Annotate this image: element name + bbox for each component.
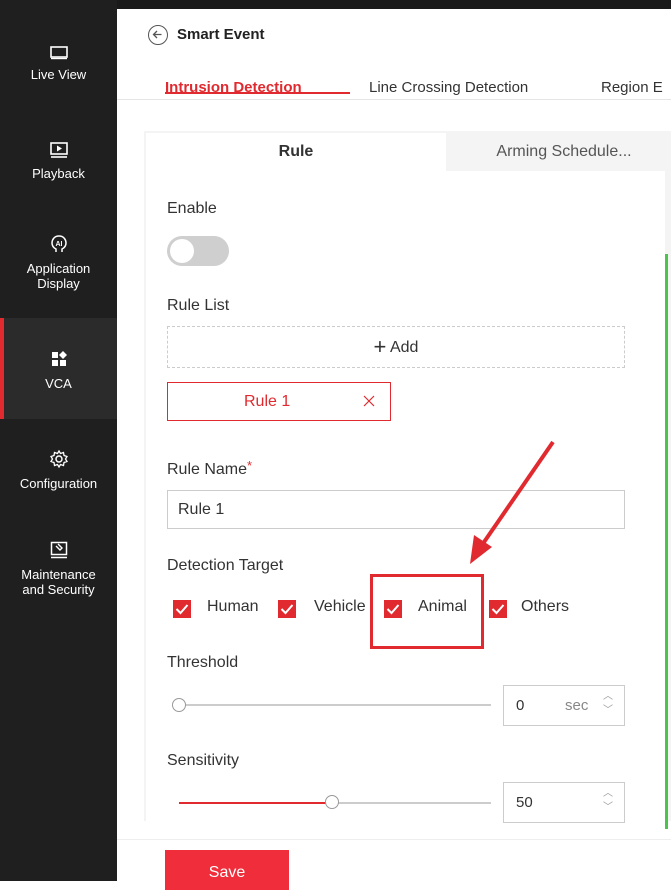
threshold-slider-handle[interactable] — [172, 698, 186, 712]
sidebar-item-playback[interactable]: Playback — [0, 141, 117, 181]
sidebar-item-label: Live View — [30, 67, 87, 82]
enable-toggle[interactable] — [167, 236, 229, 266]
close-icon[interactable] — [362, 383, 376, 420]
sidebar-item-label-line2: Display — [37, 276, 80, 291]
vehicle-checkbox[interactable] — [278, 600, 296, 618]
sidebar-item-label: VCA — [45, 376, 72, 391]
sidebar-item-label-line1: Application — [26, 261, 91, 276]
vehicle-label: Vehicle — [314, 598, 366, 615]
add-label: Add — [389, 339, 419, 356]
sensitivity-label: Sensitivity — [167, 752, 240, 769]
gear-icon — [0, 449, 117, 472]
sidebar-item-configuration[interactable]: Configuration — [0, 449, 117, 491]
ai-icon: AI — [0, 234, 117, 257]
threshold-label: Threshold — [167, 654, 239, 671]
subtab-arming-schedule[interactable]: Arming Schedule... — [457, 133, 671, 171]
sidebar-item-label-line1: Maintenance — [21, 567, 96, 582]
arrow-left-icon — [152, 30, 162, 39]
add-rule-button[interactable]: + Add — [167, 326, 625, 368]
tab-line-crossing-detection[interactable]: Line Crossing Detection — [369, 79, 528, 96]
detection-target-label: Detection Target — [167, 557, 284, 574]
rule-name-label: Rule Name* — [167, 458, 252, 479]
rule-name-text: Rule Name — [167, 461, 248, 478]
active-tab-indicator — [165, 92, 350, 94]
svg-text:AI: AI — [55, 241, 62, 248]
sensitivity-slider-handle[interactable] — [325, 795, 339, 809]
human-label: Human — [207, 598, 259, 615]
check-icon — [175, 604, 189, 615]
sidebar: Live View Playback AI Application Displa… — [0, 0, 117, 881]
sensitivity-value: 50 — [516, 794, 533, 811]
rule-list-label: Rule List — [167, 297, 230, 314]
rule-chip[interactable]: Rule 1 — [167, 382, 391, 421]
enable-label: Enable — [167, 200, 217, 217]
monitor-icon — [0, 44, 117, 63]
rule-chip-label: Rule 1 — [244, 393, 291, 410]
others-checkbox[interactable] — [489, 600, 507, 618]
page-title: Smart Event — [177, 26, 265, 43]
rule-name-input[interactable]: Rule 1 — [167, 490, 625, 529]
sidebar-item-vca[interactable]: VCA — [0, 318, 117, 419]
preview-edge — [665, 254, 668, 829]
playback-icon — [0, 141, 117, 162]
tab-region-entrance[interactable]: Region E — [601, 79, 663, 96]
plus-icon: + — [373, 334, 387, 359]
back-button[interactable] — [148, 25, 168, 45]
threshold-slider-track[interactable] — [179, 704, 491, 706]
sidebar-item-label: Configuration — [19, 476, 98, 491]
spinner-icon[interactable]: ︿ ﹀ — [602, 787, 614, 815]
check-icon — [491, 604, 505, 615]
vca-icon — [0, 349, 117, 372]
toggle-knob — [170, 239, 194, 263]
check-icon — [280, 604, 294, 615]
sensitivity-input[interactable]: 50 ︿ ﹀ — [503, 782, 625, 823]
main-panel: Smart Event Intrusion Detection Line Cro… — [117, 9, 671, 890]
threshold-unit: sec — [565, 697, 589, 714]
maintenance-icon — [0, 540, 117, 563]
sidebar-item-label: Playback — [32, 166, 85, 181]
sidebar-item-maintenance[interactable]: Maintenance and Security — [0, 540, 117, 597]
threshold-value: 0 — [516, 697, 525, 714]
sidebar-item-live-view[interactable]: Live View — [0, 44, 117, 82]
subtab-rule[interactable]: Rule — [146, 133, 446, 171]
required-mark: * — [247, 458, 253, 473]
human-checkbox[interactable] — [173, 600, 191, 618]
sidebar-item-application-display[interactable]: AI Application Display — [0, 234, 117, 291]
save-button[interactable]: Save — [165, 850, 289, 890]
sidebar-item-label-line2: and Security — [22, 582, 95, 597]
others-label: Others — [521, 598, 570, 615]
sensitivity-slider-fill — [179, 802, 329, 804]
annotation-highlight-box — [370, 574, 484, 649]
header: Smart Event — [117, 9, 671, 61]
threshold-input[interactable]: 0 sec ︿ ﹀ — [503, 685, 625, 726]
spinner-icon[interactable]: ︿ ﹀ — [602, 690, 614, 718]
tab-bar: Intrusion Detection Line Crossing Detect… — [117, 69, 671, 100]
